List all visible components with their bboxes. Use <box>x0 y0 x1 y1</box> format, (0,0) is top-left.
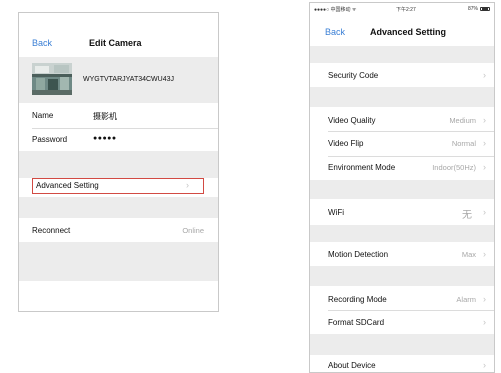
back-button[interactable]: Back <box>32 38 52 48</box>
video-quality-label: Video Quality <box>328 116 376 125</box>
recording-mode-value: Alarm <box>456 295 476 304</box>
reconnect-label: Reconnect <box>32 226 71 235</box>
security-code-label: Security Code <box>328 71 379 80</box>
camera-header: WYGTVTARJYAT34CWU43J <box>19 57 218 103</box>
chevron-right-icon: › <box>483 360 486 370</box>
security-code-row[interactable]: Security Code › <box>310 63 494 87</box>
environment-mode-row[interactable]: Environment Mode Indoor(50Hz) › <box>310 157 494 180</box>
page-title: Advanced Setting <box>370 27 447 37</box>
highlight-box <box>32 178 204 194</box>
video-quality-value: Medium <box>449 116 476 125</box>
battery-status: 87% <box>468 6 490 12</box>
chevron-right-icon: › <box>483 70 486 80</box>
name-value: 摄影机 <box>93 112 117 121</box>
chevron-right-icon: › <box>483 207 486 217</box>
name-row[interactable]: Name 摄影机 <box>19 103 218 128</box>
section-spacer <box>310 180 494 199</box>
password-value: ●●●●● <box>93 135 117 142</box>
reconnect-row[interactable]: Reconnect Online <box>19 218 218 242</box>
back-button[interactable]: Back <box>325 27 345 37</box>
about-device-row[interactable]: About Device › <box>310 355 494 372</box>
wifi-row[interactable]: WiFi 无 › <box>310 199 494 225</box>
environment-mode-value: Indoor(50Hz) <box>432 163 476 172</box>
bottom-gray-area <box>19 242 218 281</box>
chevron-right-icon: › <box>483 249 486 259</box>
edit-camera-screen: Back Edit Camera WYGTVTARJYAT34CWU43J Na… <box>18 12 219 312</box>
battery-icon <box>480 7 490 11</box>
battery-percent: 87% <box>467 6 478 12</box>
status-bar: ●●●●○ 中国移动 ᯤ 下午2:27 87% <box>310 3 494 15</box>
video-flip-label: Video Flip <box>328 139 364 148</box>
camera-thumbnail-image <box>32 63 72 95</box>
section-spacer <box>310 334 494 355</box>
motion-detection-value: Max <box>461 250 476 259</box>
section-spacer <box>310 46 494 63</box>
advanced-setting-screen: ●●●●○ 中国移动 ᯤ 下午2:27 87% Back Advanced Se… <box>309 2 495 373</box>
video-flip-value: Normal <box>451 139 476 148</box>
name-label: Name <box>32 111 54 120</box>
section-spacer <box>19 197 218 218</box>
chevron-right-icon: › <box>483 162 486 172</box>
video-flip-row[interactable]: Video Flip Normal › <box>310 132 494 156</box>
section-spacer <box>310 87 494 107</box>
video-quality-row[interactable]: Video Quality Medium › <box>310 107 494 131</box>
carrier-signal: ●●●●○ 中国移动 ᯤ <box>314 7 357 13</box>
format-sdcard-row[interactable]: Format SDCard › <box>310 311 494 334</box>
format-sdcard-label: Format SDCard <box>328 318 385 327</box>
password-label: Password <box>32 135 68 144</box>
section-spacer <box>310 266 494 286</box>
password-row[interactable]: Password ●●●●● <box>19 129 218 151</box>
about-device-label: About Device <box>328 361 376 370</box>
environment-mode-label: Environment Mode <box>328 163 396 172</box>
recording-mode-row[interactable]: Recording Mode Alarm › <box>310 286 494 310</box>
motion-detection-label: Motion Detection <box>328 250 389 259</box>
nav-bar: Back Edit Camera <box>19 37 218 57</box>
wifi-value: 无 <box>462 210 472 221</box>
camera-id: WYGTVTARJYAT34CWU43J <box>83 76 175 83</box>
wifi-label: WiFi <box>328 208 344 217</box>
status-time: 下午2:27 <box>396 7 416 13</box>
chevron-right-icon: › <box>483 115 486 125</box>
chevron-right-icon: › <box>483 294 486 304</box>
chevron-right-icon: › <box>483 317 486 327</box>
page-title: Edit Camera <box>89 38 142 48</box>
nav-bar: Back Advanced Setting <box>310 25 494 45</box>
chevron-right-icon: › <box>483 138 486 148</box>
camera-thumbnail <box>32 63 72 95</box>
motion-detection-row[interactable]: Motion Detection Max › <box>310 242 494 266</box>
reconnect-status: Online <box>182 226 204 235</box>
section-spacer <box>19 151 218 178</box>
section-spacer <box>310 225 494 242</box>
recording-mode-label: Recording Mode <box>328 295 387 304</box>
